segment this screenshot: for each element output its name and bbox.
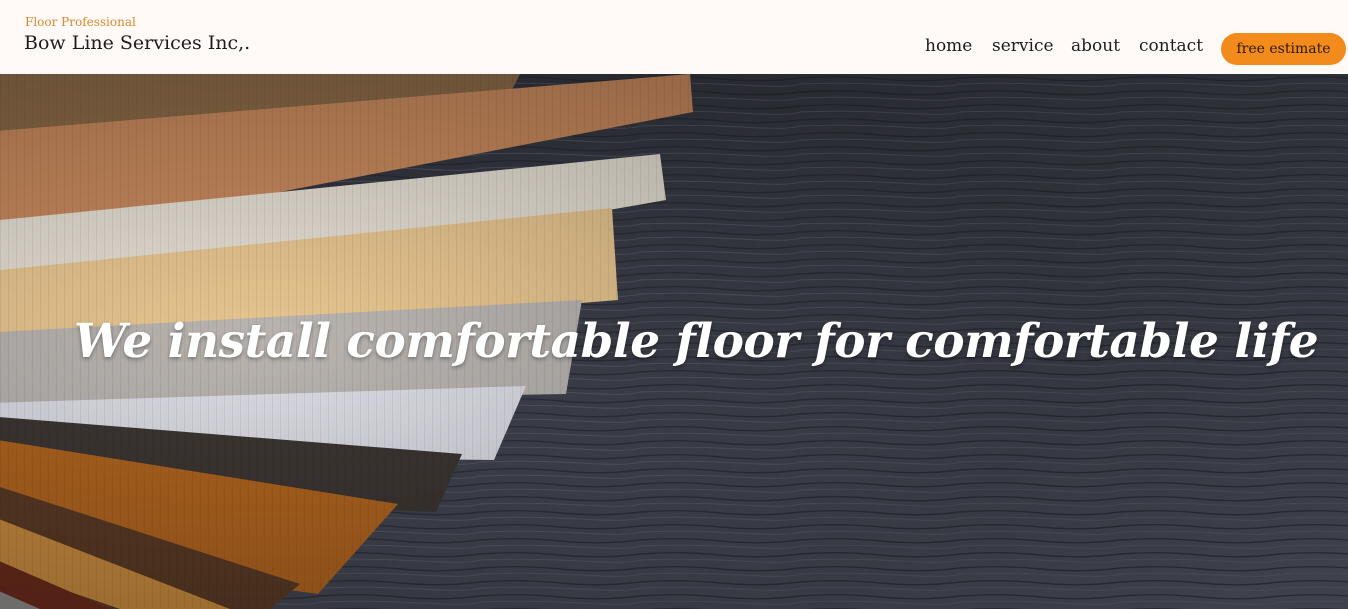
hero-headline: We install comfortable floor for comfort… [73, 314, 1319, 369]
free-estimate-button[interactable]: free estimate [1221, 33, 1346, 65]
site-header: Floor Professional Bow Line Services Inc… [0, 0, 1348, 74]
nav-service[interactable]: service [992, 36, 1054, 56]
brand-tagline: Floor Professional [25, 15, 136, 29]
nav-contact[interactable]: contact [1139, 36, 1203, 56]
nav-home[interactable]: home [925, 36, 972, 56]
page: Floor Professional Bow Line Services Inc… [0, 0, 1348, 609]
hero-banner: We install comfortable floor for comfort… [0, 74, 1348, 609]
nav-about[interactable]: about [1071, 36, 1120, 56]
brand-logo-text[interactable]: Bow Line Services Inc,. [24, 32, 250, 54]
